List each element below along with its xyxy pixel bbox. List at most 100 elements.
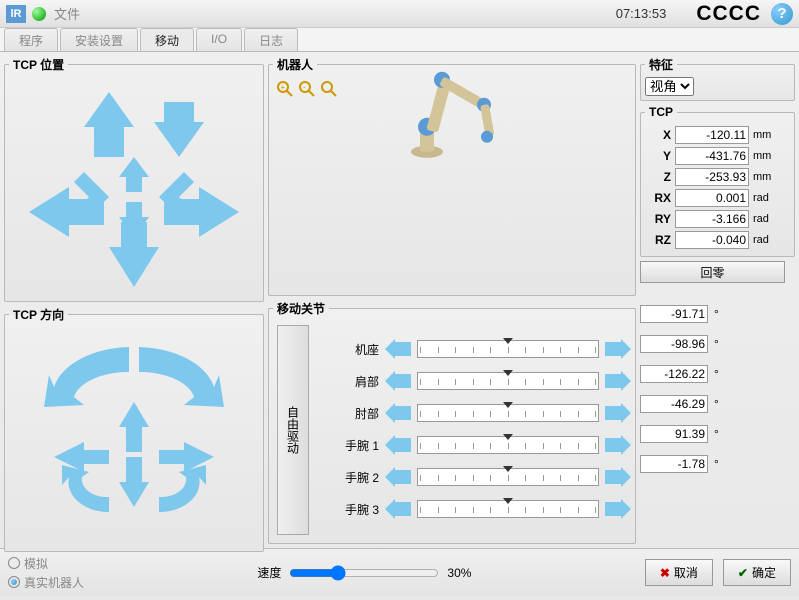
joint-3-label: 手腕 1 [329, 437, 379, 454]
joint-2-label: 肘部 [329, 405, 379, 422]
joint-5-plus-icon[interactable] [605, 499, 631, 519]
tcp-RX-unit: rad [753, 192, 769, 204]
joint-3-plus-icon[interactable] [605, 435, 631, 455]
tcp-center-up-arrow-icon[interactable] [119, 157, 149, 192]
speed-slider[interactable] [289, 565, 439, 581]
tcp-values-title: TCP [645, 105, 677, 119]
joint-0-plus-icon[interactable] [605, 339, 631, 359]
speed-label: 速度 [257, 564, 281, 581]
tcp-X-unit: mm [753, 129, 771, 141]
tcp-position-panel: TCP 位置 [4, 56, 264, 302]
zoom-in-icon[interactable]: + [277, 81, 293, 97]
move-joints-panel: 移动关节 自由驱动 机座 肩部 肘部 手腕 1 手腕 2 手腕 3 [268, 300, 636, 544]
rotate-down-arrow-icon[interactable] [119, 457, 149, 507]
rotate-up-arrow-icon[interactable] [119, 402, 149, 452]
joint-4-value[interactable] [640, 425, 708, 443]
joint-1-minus-icon[interactable] [385, 371, 411, 391]
zoom-reset-icon[interactable] [321, 81, 337, 97]
file-menu[interactable]: 文件 [54, 4, 80, 23]
rotate-lower-right-icon[interactable] [159, 465, 206, 512]
joint-0-label: 机座 [329, 341, 379, 358]
ok-icon: ✔ [738, 566, 748, 580]
tab-move[interactable]: 移动 [140, 28, 194, 51]
feature-select[interactable]: 视角 [645, 77, 694, 96]
robot-view-title: 机器人 [273, 56, 317, 73]
real-label: 真实机器人 [24, 574, 84, 591]
help-icon[interactable]: ? [771, 3, 793, 25]
feature-title: 特征 [645, 56, 677, 73]
joint-4-unit: ° [714, 427, 719, 441]
tab-io[interactable]: I/O [196, 28, 242, 51]
tcp-Y-unit: mm [753, 150, 771, 162]
joint-1-plus-icon[interactable] [605, 371, 631, 391]
tcp-up-arrow-icon[interactable] [84, 92, 134, 157]
tcp-RX-input[interactable] [675, 189, 749, 207]
bottom-bar: 模拟 真实机器人 速度 30% ✖取消 ✔确定 [0, 548, 799, 596]
joint-2-value[interactable] [640, 365, 708, 383]
ok-button[interactable]: ✔确定 [723, 559, 791, 586]
joint-2-plus-icon[interactable] [605, 403, 631, 423]
joint-4-slider[interactable] [417, 468, 599, 486]
sim-label: 模拟 [24, 555, 48, 572]
joint-1-slider[interactable] [417, 372, 599, 390]
home-button[interactable]: 回零 [640, 261, 785, 283]
zoom-out-icon[interactable]: - [299, 81, 315, 97]
tcp-Y-input[interactable] [675, 147, 749, 165]
move-joints-title: 移动关节 [273, 300, 329, 317]
tcp-direction-title: TCP 方向 [9, 306, 68, 323]
tcp-Y-label: Y [645, 149, 671, 163]
tab-installation[interactable]: 安装设置 [60, 28, 138, 51]
tcp-X-label: X [645, 128, 671, 142]
tcp-Z-input[interactable] [675, 168, 749, 186]
joint-5-label: 手腕 3 [329, 501, 379, 518]
tcp-RZ-label: RZ [645, 233, 671, 247]
joint-5-value[interactable] [640, 455, 708, 473]
tcp-zdown-arrow-icon[interactable] [154, 102, 204, 157]
tcp-Z-label: Z [645, 170, 671, 184]
joint-4-plus-icon[interactable] [605, 467, 631, 487]
svg-text:-: - [303, 83, 306, 92]
freedrive-button[interactable]: 自由驱动 [277, 325, 309, 535]
top-toolbar: lR 文件 07:13:53 CCCC ? [0, 0, 799, 28]
joint-3-value[interactable] [640, 395, 708, 413]
feature-panel: 特征 视角 [640, 56, 795, 101]
joint-2-minus-icon[interactable] [385, 403, 411, 423]
robot-3d-view[interactable] [382, 32, 522, 175]
tcp-X-input[interactable] [675, 126, 749, 144]
tab-log[interactable]: 日志 [244, 28, 298, 51]
tcp-values-panel: TCP X mmY mmZ mmRX radRY radRZ rad [640, 105, 795, 257]
cancel-button[interactable]: ✖取消 [645, 559, 713, 586]
joint-4-label: 手腕 2 [329, 469, 379, 486]
joint-5-minus-icon[interactable] [385, 499, 411, 519]
joint-2-slider[interactable] [417, 404, 599, 422]
joint-4-minus-icon[interactable] [385, 467, 411, 487]
joint-0-minus-icon[interactable] [385, 339, 411, 359]
joint-1-unit: ° [714, 337, 719, 351]
rotate-lower-left-icon[interactable] [62, 465, 109, 512]
joint-3-unit: ° [714, 397, 719, 411]
sim-radio[interactable]: 模拟 [8, 555, 84, 572]
tcp-direction-panel: TCP 方向 [4, 306, 264, 552]
status-indicator-icon [32, 7, 46, 21]
tab-program[interactable]: 程序 [4, 28, 58, 51]
tcp-RX-label: RX [645, 191, 671, 205]
rotate-ccw-top-icon[interactable] [139, 347, 224, 407]
tcp-position-title: TCP 位置 [9, 56, 68, 73]
joint-1-value[interactable] [640, 335, 708, 353]
real-radio[interactable]: 真实机器人 [8, 574, 84, 591]
window-title: CCCC [696, 2, 761, 26]
tcp-RY-input[interactable] [675, 210, 749, 228]
joint-5-unit: ° [714, 457, 719, 471]
speed-value: 30% [447, 566, 471, 580]
tcp-RZ-input[interactable] [675, 231, 749, 249]
rotate-cw-top-icon[interactable] [44, 347, 129, 407]
joint-0-value[interactable] [640, 305, 708, 323]
svg-text:+: + [281, 83, 286, 92]
joint-3-minus-icon[interactable] [385, 435, 411, 455]
ur-logo: lR [6, 5, 26, 23]
cancel-icon: ✖ [660, 566, 670, 580]
joint-0-slider[interactable] [417, 340, 599, 358]
robot-view-panel: 机器人 + - [268, 56, 636, 296]
joint-5-slider[interactable] [417, 500, 599, 518]
joint-3-slider[interactable] [417, 436, 599, 454]
